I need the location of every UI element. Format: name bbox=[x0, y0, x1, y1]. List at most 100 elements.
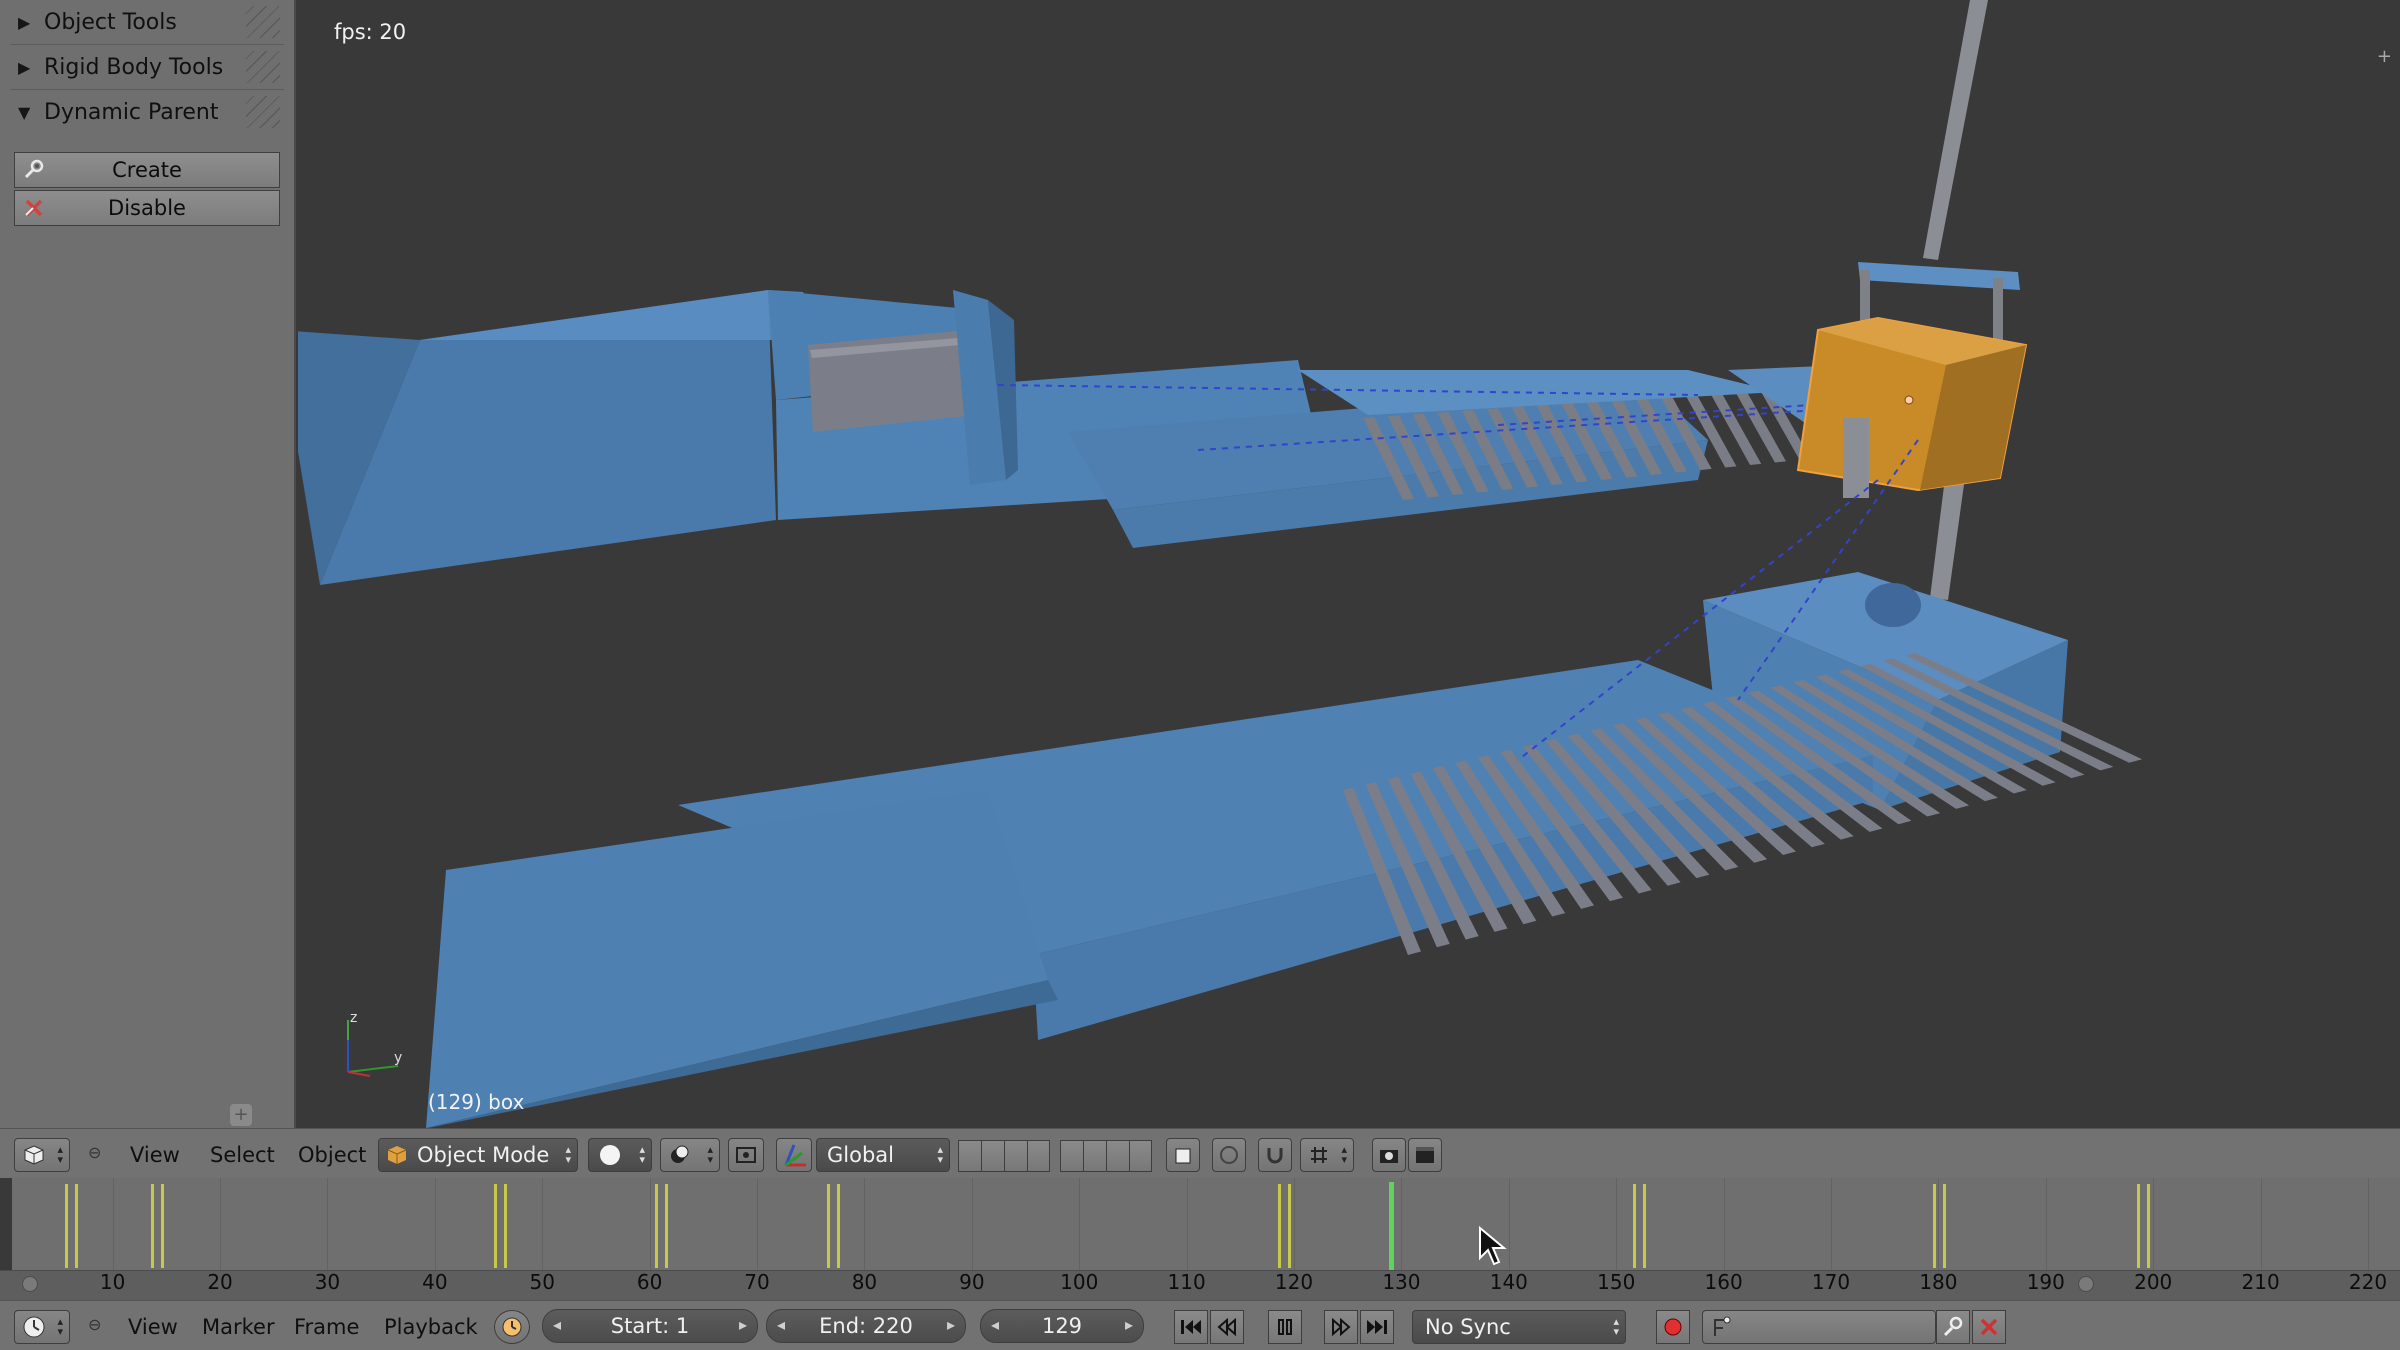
current-frame-indicator[interactable] bbox=[1388, 1182, 1394, 1270]
frame-grid-line bbox=[1079, 1178, 1081, 1270]
pivot-point-select[interactable]: ▴ ▾ bbox=[660, 1138, 720, 1172]
add-panel-icon[interactable]: + bbox=[230, 1104, 252, 1126]
keyframe-marker[interactable] bbox=[1642, 1184, 1646, 1268]
3d-view-editor-icon bbox=[24, 1145, 44, 1165]
panel-drag-grip-icon[interactable] bbox=[246, 6, 280, 38]
insert-keyframe-button[interactable] bbox=[1936, 1310, 1970, 1344]
keying-set-field[interactable] bbox=[1702, 1310, 1936, 1344]
frame-tick-label: 110 bbox=[1167, 1270, 1206, 1294]
frame-grid-line bbox=[1938, 1178, 1940, 1270]
frame-tick-label: 140 bbox=[1489, 1270, 1528, 1294]
menu-view[interactable]: View bbox=[130, 1143, 180, 1167]
keyframe-marker[interactable] bbox=[504, 1184, 508, 1268]
keyframe-marker[interactable] bbox=[2137, 1184, 2141, 1268]
snap-toggle-button[interactable] bbox=[1258, 1138, 1292, 1172]
panel-dynamic-parent[interactable]: ▼ Dynamic Parent bbox=[0, 90, 294, 134]
decrement-arrow-icon: ◂ bbox=[553, 1315, 562, 1334]
timeline-editor[interactable]: 10 20 30 40 50 60 70 80 90 100 110 120 130 140 150 160 1… bbox=[0, 1178, 2400, 1300]
menu-object[interactable]: Object bbox=[298, 1143, 366, 1167]
timeline-editor-type-selector[interactable]: ▴ ▾ bbox=[14, 1310, 70, 1344]
frame-tick-label: 150 bbox=[1597, 1270, 1636, 1294]
menu-view[interactable]: View bbox=[128, 1315, 178, 1339]
editor-type-selector[interactable]: ▴ ▾ bbox=[14, 1138, 70, 1172]
pause-button[interactable] bbox=[1268, 1310, 1302, 1344]
transform-manipulator-toggle[interactable] bbox=[776, 1138, 812, 1172]
sync-mode-select[interactable]: No Sync ▴ ▾ bbox=[1412, 1310, 1626, 1344]
panel-rigid-body-tools[interactable]: ▶ Rigid Body Tools bbox=[0, 45, 294, 89]
keyframe-marker[interactable] bbox=[150, 1184, 154, 1268]
frame-tick-label: 60 bbox=[636, 1270, 663, 1294]
panel-object-tools[interactable]: ▶ Object Tools bbox=[0, 0, 294, 44]
render-opengl-button[interactable] bbox=[1372, 1138, 1406, 1172]
keyframe-marker[interactable] bbox=[2147, 1184, 2151, 1268]
menu-frame[interactable]: Frame bbox=[294, 1315, 359, 1339]
jump-end-icon bbox=[1367, 1320, 1387, 1334]
layer-buttons-group-2[interactable] bbox=[1060, 1140, 1152, 1172]
delete-keyframe-button[interactable] bbox=[1972, 1310, 2006, 1344]
keyframe-marker[interactable] bbox=[1933, 1184, 1937, 1268]
keyframe-marker[interactable] bbox=[827, 1184, 831, 1268]
menu-select[interactable]: Select bbox=[210, 1143, 275, 1167]
clapperboard-icon bbox=[1416, 1147, 1434, 1163]
viewport-add-icon[interactable]: + bbox=[2377, 46, 2392, 67]
range-end-handle[interactable] bbox=[2078, 1276, 2094, 1292]
keyframe-marker[interactable] bbox=[494, 1184, 498, 1268]
panel-label: Rigid Body Tools bbox=[44, 54, 224, 80]
frame-grid-line bbox=[327, 1178, 329, 1270]
transform-orientation-select[interactable]: Global ▴ ▾ bbox=[816, 1138, 950, 1172]
disable-button[interactable]: Disable bbox=[14, 190, 280, 226]
jump-to-start-button[interactable] bbox=[1174, 1310, 1208, 1344]
current-frame-field[interactable]: ◂ 129 ▸ bbox=[980, 1309, 1144, 1343]
3d-viewport[interactable]: fps: 20 z y (129) box + bbox=[298, 0, 2400, 1128]
collapsed-triangle-icon: ▶ bbox=[18, 57, 31, 77]
manipulate-center-points-button[interactable] bbox=[728, 1138, 764, 1172]
keyframe-marker[interactable] bbox=[837, 1184, 841, 1268]
start-frame-field[interactable]: ◂ Start: 1 ▸ bbox=[542, 1309, 758, 1343]
jump-to-end-button[interactable] bbox=[1360, 1310, 1394, 1344]
panel-label: Dynamic Parent bbox=[44, 99, 219, 125]
frame-tick-label: 70 bbox=[744, 1270, 770, 1294]
layer-buttons-group-1[interactable] bbox=[958, 1140, 1050, 1172]
keyframe-marker[interactable] bbox=[665, 1184, 669, 1268]
selected-box bbox=[1796, 316, 2028, 498]
snap-element-select[interactable]: ▴ ▾ bbox=[1300, 1138, 1354, 1172]
jump-to-keyframe-back-button[interactable] bbox=[1210, 1310, 1244, 1344]
preview-range-clock-icon bbox=[502, 1317, 522, 1337]
jump-to-keyframe-forward-button[interactable] bbox=[1324, 1310, 1358, 1344]
menu-marker[interactable]: Marker bbox=[202, 1315, 275, 1339]
frame-tick-label: 80 bbox=[851, 1270, 878, 1294]
viewport-shading-select[interactable]: ▴ ▾ bbox=[588, 1138, 652, 1172]
keyframe-marker[interactable] bbox=[1278, 1184, 1282, 1268]
panel-drag-grip-icon[interactable] bbox=[246, 51, 280, 83]
magnet-icon bbox=[1267, 1148, 1283, 1164]
frame-tick-label: 20 bbox=[207, 1270, 233, 1294]
use-preview-range-button[interactable] bbox=[494, 1310, 530, 1344]
proportional-edit-button[interactable] bbox=[1212, 1138, 1246, 1172]
keyframe-marker[interactable] bbox=[160, 1184, 164, 1268]
keyframe-marker[interactable] bbox=[1632, 1184, 1636, 1268]
frame-tick-label: 30 bbox=[314, 1270, 341, 1294]
lock-layers-button[interactable] bbox=[1166, 1138, 1200, 1172]
disable-label: Disable bbox=[108, 196, 186, 220]
panel-drag-grip-icon[interactable] bbox=[246, 96, 280, 128]
end-frame-field[interactable]: ◂ End: 220 ▸ bbox=[766, 1309, 966, 1343]
frame-tick-label: 160 bbox=[1704, 1270, 1743, 1294]
mode-select[interactable]: Object Mode ▴ ▾ bbox=[378, 1138, 578, 1172]
tool-shelf: ▶ Object Tools ▶ Rigid Body Tools ▼ Dyna… bbox=[0, 0, 296, 1128]
keyframe-marker[interactable] bbox=[1943, 1184, 1947, 1268]
keyframe-marker[interactable] bbox=[1288, 1184, 1292, 1268]
render-animation-button[interactable] bbox=[1408, 1138, 1442, 1172]
keying-set-icon bbox=[1714, 1316, 1731, 1336]
range-start-handle[interactable] bbox=[22, 1276, 38, 1292]
mode-label: Object Mode bbox=[417, 1143, 550, 1167]
create-button[interactable]: Create bbox=[14, 152, 280, 188]
auto-keying-button[interactable] bbox=[1656, 1310, 1690, 1344]
frame-tick-label: 10 bbox=[99, 1270, 126, 1294]
keyframe-marker[interactable] bbox=[74, 1184, 78, 1268]
keyframe-marker[interactable] bbox=[64, 1184, 68, 1268]
collapse-menu-icon[interactable]: ⊖ bbox=[88, 1315, 101, 1334]
keyframe-marker[interactable] bbox=[655, 1184, 659, 1268]
center-points-icon bbox=[736, 1147, 756, 1163]
menu-playback[interactable]: Playback bbox=[384, 1315, 478, 1339]
collapse-menu-icon[interactable]: ⊖ bbox=[88, 1143, 101, 1162]
